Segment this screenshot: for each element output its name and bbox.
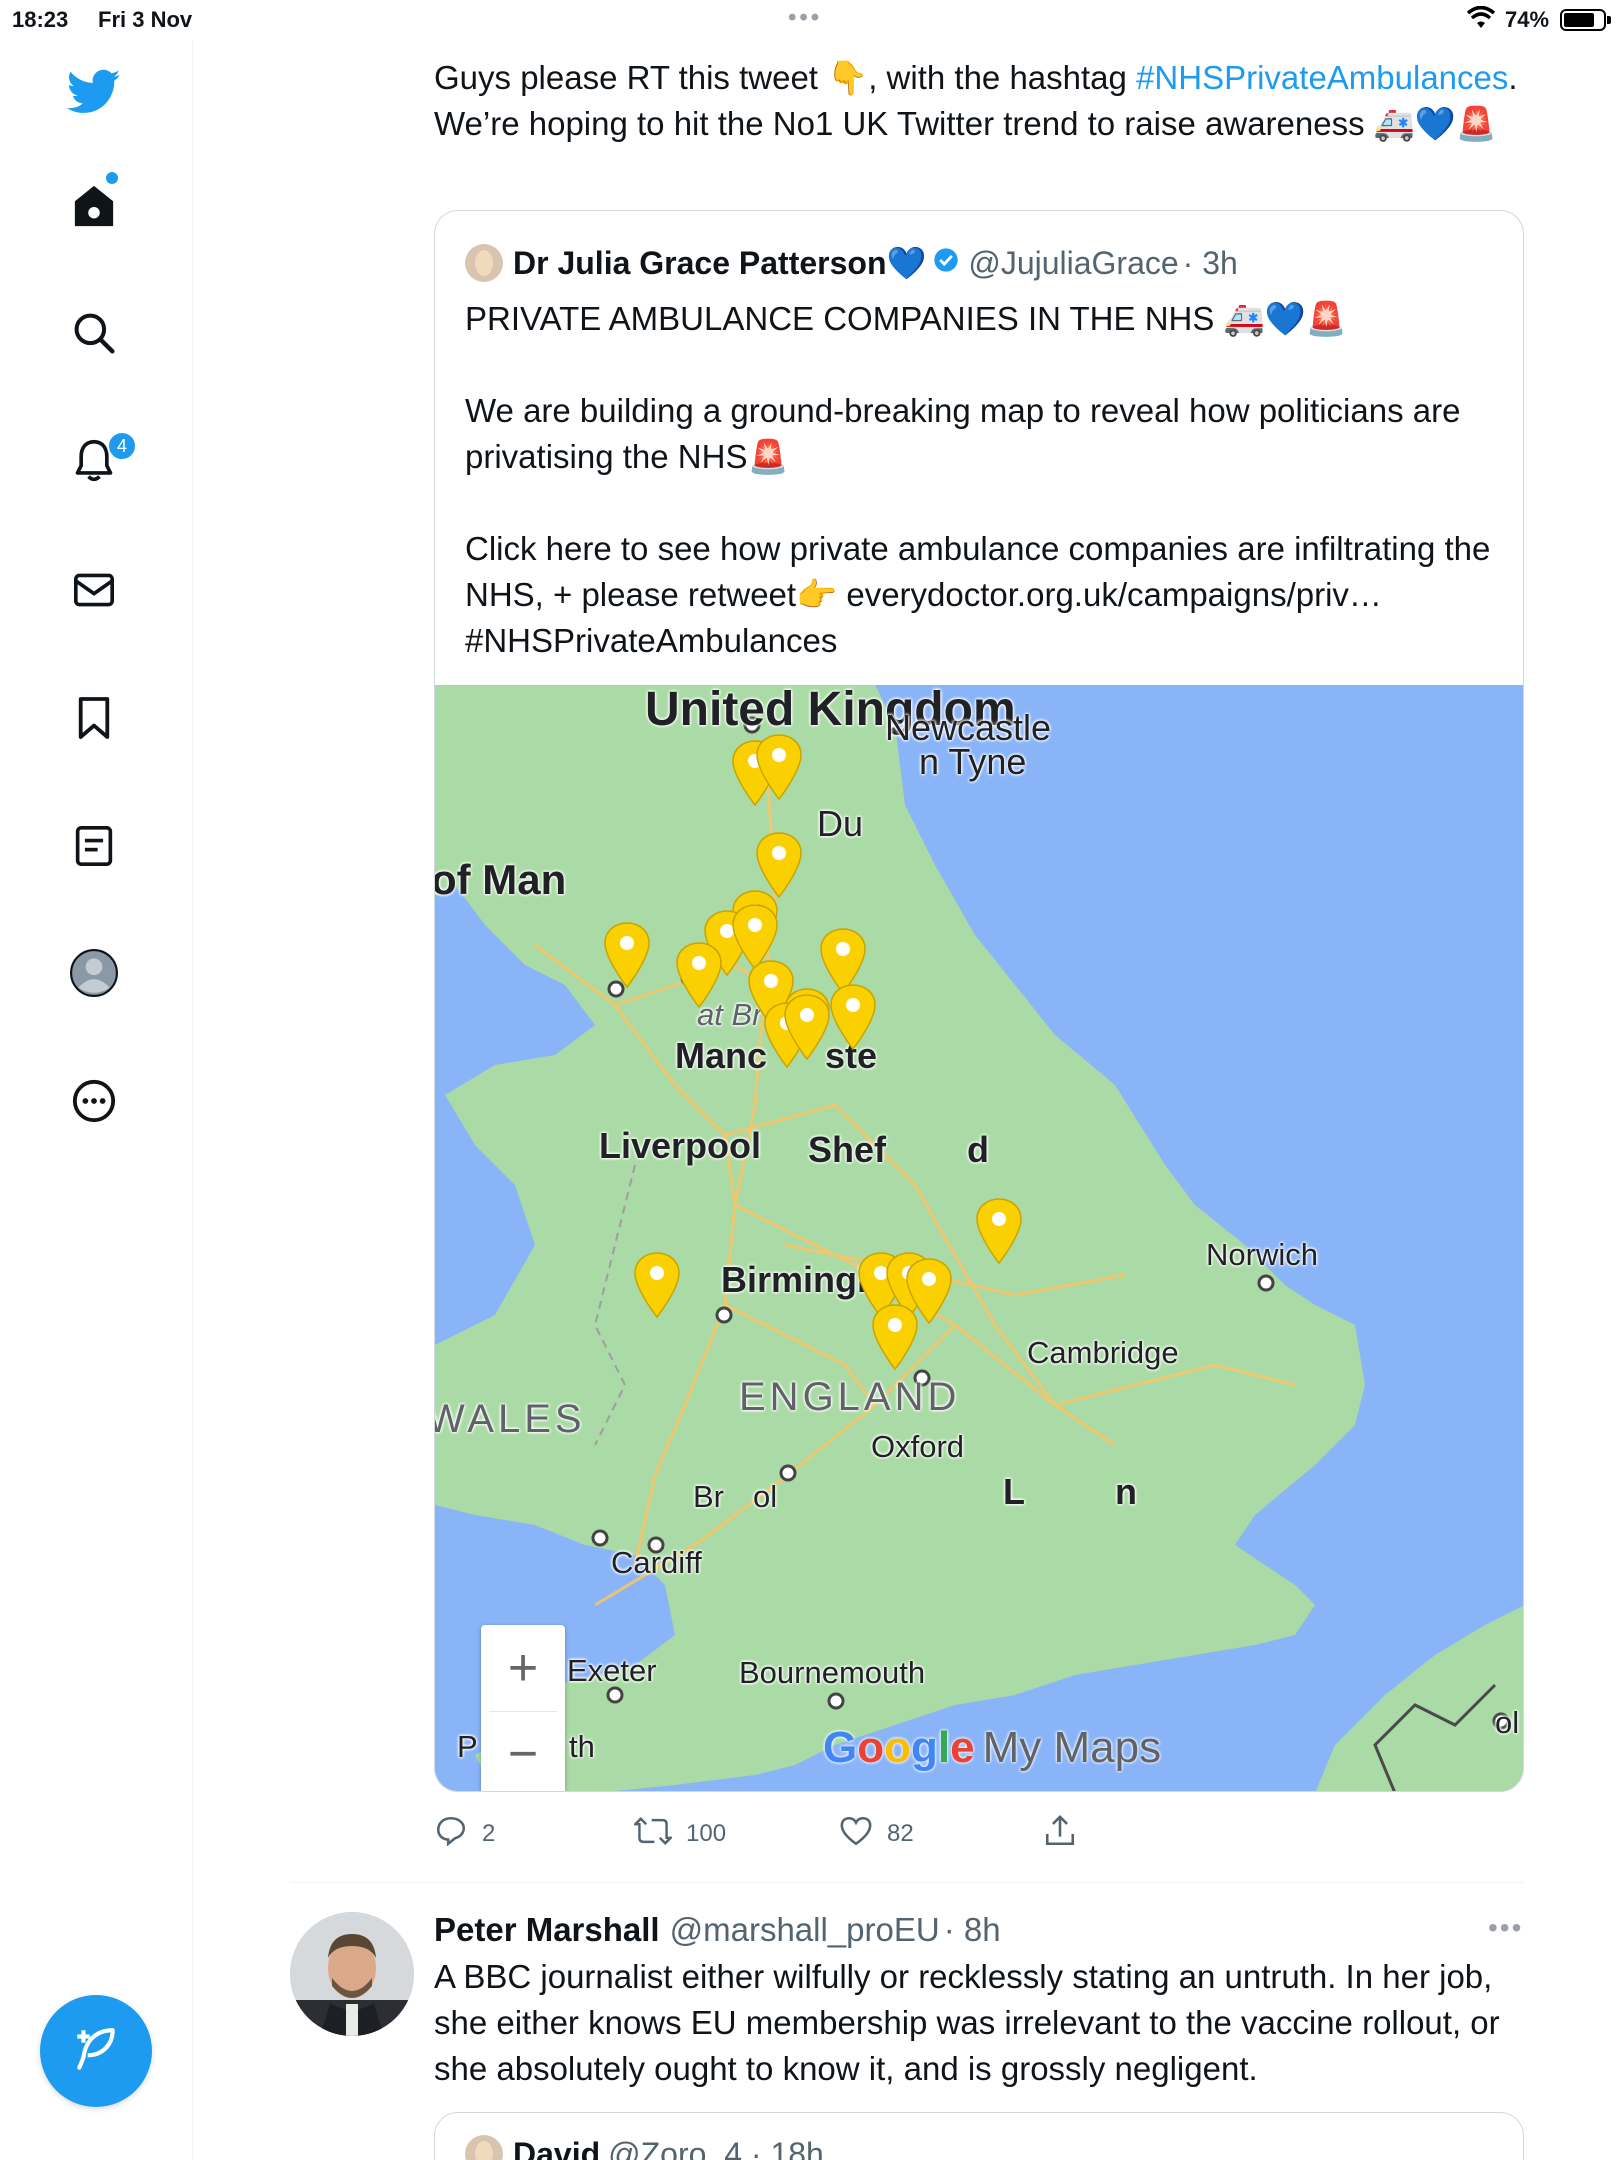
- avatar[interactable]: [465, 2135, 503, 2160]
- share-button[interactable]: [1044, 1812, 1076, 1856]
- map-label-sheffield-end: d: [967, 1129, 989, 1170]
- quoted-tweet-card[interactable]: Dr Julia Grace Patterson💙 @JujuliaGrace …: [434, 210, 1524, 1792]
- google-logo: Google: [823, 1723, 975, 1772]
- tweet2-text: A BBC journalist either wilfully or reck…: [434, 1958, 1500, 2087]
- map-label-bournemouth: Bournemouth: [739, 1655, 926, 1690]
- avatar[interactable]: [465, 244, 503, 282]
- quoted-para-3: Click here to see how private ambulance …: [465, 530, 1491, 613]
- map-label-oxford: Oxford: [871, 1429, 965, 1464]
- home-icon[interactable]: [66, 178, 122, 234]
- more-icon[interactable]: [66, 1073, 122, 1129]
- quoted-author-name[interactable]: Dr Julia Grace Patterson💙: [513, 244, 926, 282]
- map-label-plymouth-end: th: [569, 1729, 595, 1764]
- map-label-norwich: Norwich: [1206, 1237, 1318, 1272]
- map-label-exeter: Exeter: [567, 1653, 657, 1688]
- map-label-cambridge: Cambridge: [1027, 1335, 1179, 1370]
- search-icon[interactable]: [66, 305, 122, 361]
- twitter-bird-icon[interactable]: [66, 64, 122, 120]
- map-pin-icon[interactable]: [755, 733, 803, 801]
- map-pin-icon[interactable]: [633, 1251, 681, 1319]
- tweet2-author-name[interactable]: Peter Marshall: [434, 1911, 660, 1949]
- quoted-tweet-2-header: David @Zoro_4 · 18h: [465, 2135, 824, 2160]
- my-maps-label: My Maps: [982, 1723, 1162, 1772]
- zoom-in-button[interactable]: +: [481, 1625, 565, 1711]
- feather-icon: [71, 2024, 121, 2079]
- map-label-wales: WALES: [435, 1397, 586, 1441]
- share-icon: [1044, 1814, 1076, 1855]
- tweet-divider: [290, 1882, 1524, 1883]
- zoom-out-button[interactable]: −: [481, 1711, 565, 1791]
- quoted-para-2: We are building a ground-breaking map to…: [465, 392, 1461, 475]
- multitask-dots-icon[interactable]: •••: [788, 6, 822, 30]
- notification-badge: 4: [107, 431, 137, 461]
- sidebar: 4: [0, 40, 193, 2160]
- list-icon[interactable]: [66, 818, 122, 874]
- tweet-text: Guys please RT this tweet 👇, with the ha…: [434, 55, 1534, 147]
- map-zoom-control: + −: [481, 1625, 565, 1791]
- map-label-manchester: Manc: [675, 1035, 768, 1076]
- retweet-icon: [632, 1816, 674, 1853]
- map-label-bristol-end: ol: [753, 1479, 778, 1514]
- map-label-bristol: Br: [693, 1479, 724, 1514]
- quoted-author-handle[interactable]: @JujuliaGrace: [968, 245, 1178, 282]
- map-label-liverpool: Liverpool: [599, 1125, 762, 1166]
- map-label-isle-of-man: of Man: [435, 856, 567, 903]
- tweet-text-part1: Guys please RT this tweet 👇, with the ha…: [434, 59, 1137, 96]
- map-pin-icon[interactable]: [675, 941, 723, 1009]
- like-button[interactable]: 82: [839, 1812, 914, 1856]
- map-label-tyne: n Tyne: [919, 741, 1027, 782]
- quoted2-author-name[interactable]: David: [513, 2136, 600, 2160]
- status-time: 18:23: [12, 7, 69, 32]
- map-embed[interactable]: United Kingdom Newcastle n Tyne Du of Ma…: [435, 685, 1523, 1791]
- map-label-plymouth-start: P: [457, 1729, 478, 1764]
- compose-tweet-button[interactable]: [40, 1995, 152, 2107]
- retweet-count: 100: [686, 1820, 727, 1847]
- tweet-actions: 2 100 82: [434, 1812, 1524, 1862]
- status-date: Fri 3 Nov: [98, 7, 193, 32]
- reply-button[interactable]: 2: [434, 1812, 495, 1856]
- map-label-england: ENGLAND: [739, 1375, 961, 1419]
- quoted-time: · 3h: [1182, 244, 1238, 281]
- battery-percent: 74%: [1505, 7, 1550, 32]
- like-count: 82: [887, 1820, 914, 1847]
- map-pin-icon[interactable]: [783, 993, 831, 1061]
- map-label-sheffield: Shef: [808, 1129, 887, 1170]
- quoted-para-4: #NHSPrivateAmbulances: [465, 622, 838, 659]
- reply-count: 2: [482, 1820, 496, 1847]
- quoted2-author-handle[interactable]: @Zoro_4 · 18h: [608, 2136, 824, 2160]
- retweet-button[interactable]: 100: [632, 1812, 727, 1856]
- quoted-tweet-card-2[interactable]: David @Zoro_4 · 18h: [434, 2112, 1524, 2160]
- map-label-cardiff: Cardiff: [611, 1545, 702, 1580]
- verified-badge-icon: [932, 245, 960, 282]
- status-bar: 18:23 Fri 3 Nov ••• 74%: [0, 0, 1620, 40]
- quoted-tweet-header: Dr Julia Grace Patterson💙 @JujuliaGrace …: [465, 241, 1238, 285]
- quoted-tweet-body: PRIVATE AMBULANCE COMPANIES IN THE NHS 🚑…: [465, 296, 1505, 664]
- hashtag-link[interactable]: #NHSPrivateAmbulances: [1136, 59, 1508, 96]
- more-options-icon[interactable]: •••: [1488, 1912, 1523, 1944]
- heart-icon: [839, 1815, 873, 1854]
- map-pin-icon[interactable]: [871, 1303, 919, 1371]
- profile-icon[interactable]: [66, 945, 122, 1001]
- avatar[interactable]: [290, 1912, 414, 2036]
- battery-icon: [1560, 9, 1611, 31]
- map-pin-icon[interactable]: [603, 921, 651, 989]
- tweet2-author-handle[interactable]: @marshall_proEU: [670, 1911, 940, 1949]
- map-label-london-end: n: [1115, 1471, 1137, 1512]
- map-label-durham: Du: [817, 803, 864, 844]
- google-my-maps-logo[interactable]: Google My Maps: [823, 1723, 1161, 1773]
- map-pin-icon[interactable]: [975, 1197, 1023, 1265]
- map-label-london: L: [1003, 1471, 1025, 1512]
- bookmark-icon[interactable]: [66, 690, 122, 746]
- home-unread-dot: [106, 172, 118, 184]
- wifi-icon: [1466, 5, 1496, 36]
- reply-icon: [434, 1814, 468, 1855]
- quoted-para-1: PRIVATE AMBULANCE COMPANIES IN THE NHS 🚑…: [465, 300, 1347, 337]
- mail-icon[interactable]: [66, 562, 122, 618]
- map-pin-icon[interactable]: [829, 983, 877, 1051]
- map-label-edge: ol: [1495, 1705, 1520, 1740]
- tweet2-header: Peter Marshall @marshall_proEU · 8h: [434, 1908, 1001, 1952]
- tweet2-time: · 8h: [943, 1911, 1001, 1948]
